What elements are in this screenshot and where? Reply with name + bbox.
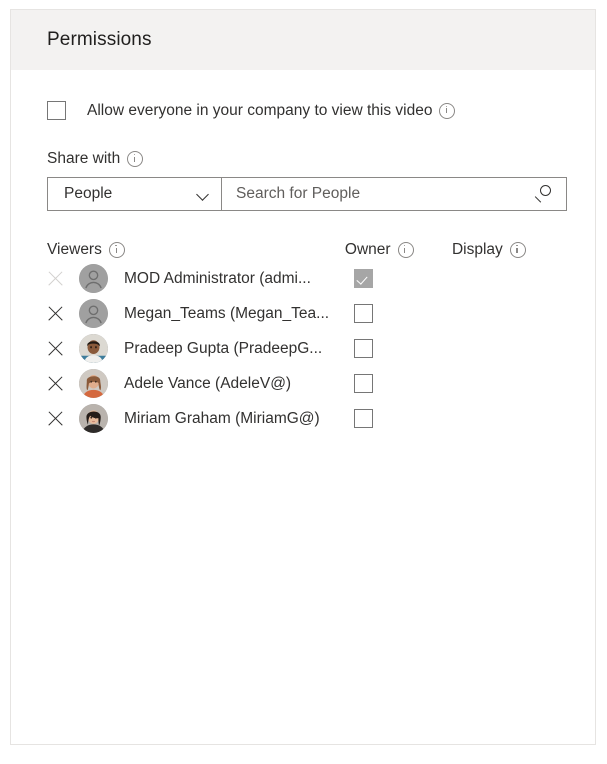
column-header-owner-label: Owner (344, 241, 391, 258)
share-with-label: Share with (47, 150, 121, 167)
page-title: Permissions (47, 29, 152, 50)
table-row: Miriam Graham (MiriamG@) (47, 401, 559, 436)
owner-cell (344, 374, 452, 393)
permissions-panel: Permissions Allow everyone in your compa… (10, 9, 596, 745)
info-icon[interactable] (108, 242, 125, 258)
viewer-cell: Megan_Teams (Megan_Tea... (47, 299, 344, 328)
viewer-cell: MOD Administrator (admi... (47, 264, 344, 293)
close-icon[interactable] (47, 270, 65, 288)
owner-cell (344, 339, 452, 358)
close-icon[interactable] (47, 410, 65, 428)
table-row: MOD Administrator (admi... (47, 261, 559, 296)
table-row: Adele Vance (AdeleV@) (47, 366, 559, 401)
close-icon[interactable] (47, 375, 65, 393)
avatar (79, 369, 108, 398)
owner-checkbox[interactable] (354, 304, 374, 323)
owner-checkbox[interactable] (354, 409, 374, 428)
viewer-cell: Adele Vance (AdeleV@) (47, 369, 344, 398)
avatar (79, 264, 108, 293)
table-row: Megan_Teams (Megan_Tea... (47, 296, 559, 331)
search-icon[interactable] (534, 184, 554, 204)
search-input-wrap[interactable]: Search for People (222, 178, 566, 210)
viewer-name: Pradeep Gupta (PradeepG... (124, 339, 323, 357)
allow-everyone-checkbox[interactable] (47, 101, 66, 120)
info-icon[interactable] (127, 151, 144, 167)
info-icon[interactable] (439, 102, 456, 119)
viewer-name: Adele Vance (AdeleV@) (124, 374, 292, 392)
viewer-cell: Miriam Graham (MiriamG@) (47, 404, 344, 433)
share-scope-dropdown[interactable]: People (48, 178, 222, 210)
owner-checkbox[interactable] (354, 269, 374, 288)
close-icon[interactable] (47, 305, 65, 323)
allow-everyone-row: Allow everyone in your company to view t… (47, 101, 559, 120)
table-row: Pradeep Gupta (PradeepG... (47, 331, 559, 366)
info-icon[interactable] (509, 242, 526, 258)
viewer-name: Megan_Teams (Megan_Tea... (124, 304, 330, 322)
chevron-down-icon (197, 190, 210, 198)
close-icon[interactable] (47, 340, 65, 358)
panel-header: Permissions (11, 10, 595, 70)
column-header-viewers-label: Viewers (47, 241, 102, 258)
avatar (79, 334, 108, 363)
search-input[interactable]: Search for People (236, 185, 360, 203)
panel-body: Allow everyone in your company to view t… (11, 101, 595, 436)
owner-cell (344, 304, 452, 323)
owner-cell (344, 409, 452, 428)
viewers-table: Viewers Owner Display MOD Administrator … (47, 239, 559, 436)
avatar (79, 404, 108, 433)
avatar (79, 299, 108, 328)
column-header-owner: Owner (345, 241, 452, 259)
allow-everyone-label: Allow everyone in your company to view t… (87, 101, 433, 119)
column-header-viewers: Viewers (47, 241, 345, 259)
column-header-display: Display (452, 241, 559, 259)
share-with-controls: People Search for People (47, 177, 567, 211)
table-header-row: Viewers Owner Display (47, 239, 559, 261)
share-with-label-wrap: Share with (47, 150, 559, 168)
column-header-display-label: Display (451, 241, 503, 258)
owner-checkbox[interactable] (354, 339, 374, 358)
owner-checkbox[interactable] (354, 374, 374, 393)
info-icon[interactable] (397, 242, 414, 258)
viewer-cell: Pradeep Gupta (PradeepG... (47, 334, 344, 363)
owner-cell (344, 269, 452, 288)
share-scope-selected-value: People (64, 185, 113, 202)
viewer-name: Miriam Graham (MiriamG@) (124, 409, 320, 427)
viewer-name: MOD Administrator (admi... (124, 269, 311, 287)
